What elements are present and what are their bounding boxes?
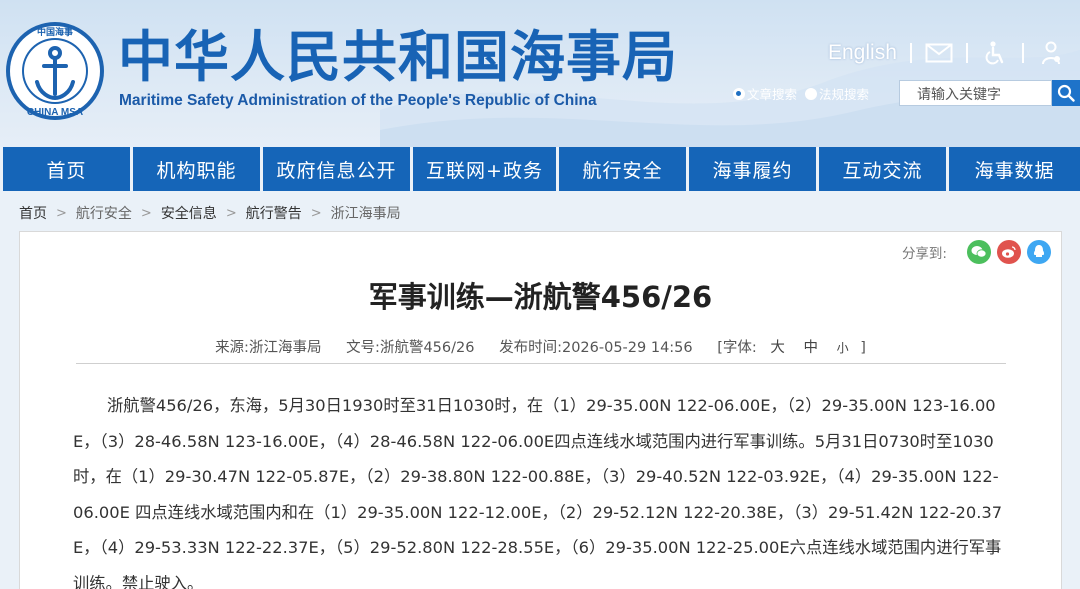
font-size-close: ] bbox=[860, 340, 866, 356]
divider bbox=[1021, 43, 1024, 63]
nav-item-data[interactable]: 海事数据 bbox=[949, 147, 1080, 191]
breadcrumb-home[interactable]: 首页 bbox=[19, 203, 47, 223]
article-source: 来源:浙江海事局 bbox=[215, 340, 322, 356]
chevron-right-icon: > bbox=[140, 205, 152, 221]
meta-divider bbox=[76, 363, 1006, 364]
article-publish-time: 发布时间:2026-05-29 14:56 bbox=[499, 340, 693, 356]
radio-label: 法规搜索 bbox=[819, 87, 870, 102]
divider bbox=[909, 43, 912, 63]
share-label: 分享到: bbox=[901, 246, 947, 262]
logo-text: CHINA MSA bbox=[27, 107, 83, 118]
english-link[interactable]: English bbox=[828, 41, 897, 65]
radio-label: 文章搜索 bbox=[747, 87, 798, 102]
main-nav: 首页 机构职能 政府信息公开 互联网+政务 航行安全 海事履约 互动交流 海事数… bbox=[0, 147, 1080, 191]
nav-item-nav-safety[interactable]: 航行安全 bbox=[559, 147, 686, 191]
chevron-right-icon: > bbox=[225, 205, 237, 221]
article-meta: 来源:浙江海事局 文号:浙航警456/26 发布时间:2026-05-29 14… bbox=[20, 336, 1061, 357]
search-input[interactable]: 请输入关键字 bbox=[899, 80, 1052, 106]
share-bar: 分享到: bbox=[902, 240, 1051, 264]
radio-regulation-search[interactable]: 法规搜索 bbox=[805, 84, 869, 103]
site-subtitle: Maritime Safety Administration of the Pe… bbox=[119, 92, 597, 109]
msa-logo[interactable]: 中国海事 CHINA MSA bbox=[4, 20, 106, 122]
article-doc-no: 文号:浙航警456/26 bbox=[346, 340, 475, 356]
radio-article-search[interactable]: 文章搜索 bbox=[733, 84, 797, 103]
nav-item-compliance[interactable]: 海事履约 bbox=[689, 147, 816, 191]
accessibility-icon[interactable] bbox=[981, 40, 1009, 66]
font-size-large[interactable]: 大 bbox=[770, 340, 785, 356]
search-button[interactable] bbox=[1052, 80, 1080, 106]
top-links: English bbox=[828, 38, 1065, 68]
radio-dot bbox=[805, 87, 818, 100]
nav-item-functions[interactable]: 机构职能 bbox=[133, 147, 260, 191]
font-size-label: [字体: bbox=[717, 340, 757, 356]
search-icon bbox=[1057, 84, 1075, 102]
breadcrumb-zhejiang[interactable]: 浙江海事局 bbox=[331, 203, 401, 223]
font-size-medium[interactable]: 中 bbox=[804, 340, 819, 356]
search-type-options: 文章搜索 法规搜索 bbox=[733, 84, 877, 103]
site-title: 中华人民共和国海事局 bbox=[118, 25, 679, 89]
article-panel: 分享到: 军事训练—浙航警456/26 来源:浙江海事局 文号:浙航警456/2… bbox=[19, 231, 1062, 589]
chevron-right-icon: > bbox=[56, 205, 67, 221]
nav-item-interaction[interactable]: 互动交流 bbox=[819, 147, 946, 191]
nav-item-gov-info[interactable]: 政府信息公开 bbox=[263, 147, 410, 191]
qq-icon[interactable] bbox=[1027, 240, 1051, 264]
breadcrumb-safety-info[interactable]: 安全信息 bbox=[161, 203, 217, 223]
radio-dot bbox=[733, 87, 745, 100]
article-body: 浙航警456/26，东海，5月30日1930时至31日1030时，在（1）29-… bbox=[73, 396, 1003, 589]
breadcrumb-nav-warning[interactable]: 航行警告 bbox=[246, 203, 302, 223]
weibo-icon[interactable] bbox=[997, 240, 1021, 264]
breadcrumb-nav-safety[interactable]: 航行安全 bbox=[76, 203, 132, 223]
logo-inner-text: 中国海事 bbox=[37, 26, 73, 38]
nav-item-home[interactable]: 首页 bbox=[3, 147, 130, 191]
mail-icon[interactable] bbox=[925, 40, 953, 66]
nav-item-internet-gov[interactable]: 互联网+政务 bbox=[413, 147, 556, 191]
wechat-icon[interactable] bbox=[967, 240, 991, 264]
divider bbox=[965, 43, 968, 63]
font-size-small[interactable]: 小 bbox=[837, 341, 849, 355]
article-title: 军事训练—浙航警456/26 bbox=[368, 280, 713, 314]
breadcrumb: 首页 > 航行安全 > 安全信息 > 航行警告 > 浙江海事局 bbox=[19, 203, 401, 223]
chevron-right-icon: > bbox=[310, 205, 322, 221]
elder-mode-icon[interactable] bbox=[1037, 40, 1065, 66]
site-header: 中国海事 CHINA MSA 中华人民共和国海事局 Maritime Safet… bbox=[0, 0, 1080, 147]
